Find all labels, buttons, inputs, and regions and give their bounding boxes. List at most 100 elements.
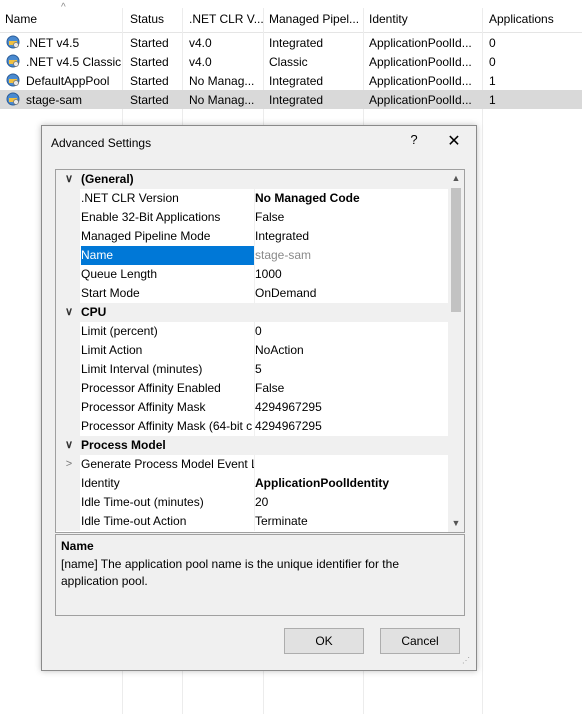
property-value[interactable]: 4294967295	[255, 417, 448, 436]
ok-button[interactable]: OK	[284, 628, 364, 654]
column-header-identity[interactable]: Identity	[369, 12, 408, 26]
property-gutter	[56, 512, 80, 531]
property-name: Identity	[81, 476, 120, 490]
category-label: CPU	[81, 303, 441, 322]
chevron-down-icon[interactable]: ∨	[62, 170, 76, 189]
property-gutter	[56, 398, 80, 417]
property-value[interactable]: 0	[255, 322, 448, 341]
cell-apps: 1	[489, 74, 496, 88]
column-header-name[interactable]: Name	[5, 12, 37, 26]
property-row[interactable]: Idle Time-out (minutes) 20	[56, 493, 448, 512]
app-pool-icon	[6, 54, 20, 68]
chevron-down-icon[interactable]: ∨	[62, 436, 76, 455]
property-row[interactable]: Processor Affinity Mask 4294967295	[56, 398, 448, 417]
property-gutter	[56, 417, 80, 436]
property-value[interactable]: stage-sam	[255, 246, 448, 265]
property-gutter	[56, 208, 80, 227]
property-value[interactable]: 1000	[255, 265, 448, 284]
description-text: [name] The application pool name is the …	[61, 557, 399, 588]
cell-status: Started	[130, 55, 169, 69]
property-category[interactable]: ∨ Process Model	[56, 436, 448, 455]
cell-identity: ApplicationPoolId...	[369, 74, 472, 88]
property-row[interactable]: Limit (percent) 0	[56, 322, 448, 341]
cell-status: Started	[130, 36, 169, 50]
column-header-pipeline-mode[interactable]: Managed Pipel...	[269, 12, 359, 26]
cell-clr: v4.0	[189, 55, 212, 69]
property-category[interactable]: ∨ (General)	[56, 170, 448, 189]
column-header-status[interactable]: Status	[130, 12, 164, 26]
sort-ascending-icon: ^	[61, 2, 66, 13]
property-row[interactable]: Managed Pipeline Mode Integrated	[56, 227, 448, 246]
property-name: Processor Affinity Enabled	[81, 381, 221, 395]
cell-status: Started	[130, 74, 169, 88]
property-value[interactable]: ApplicationPoolIdentity	[255, 474, 448, 493]
property-gutter	[56, 493, 80, 512]
property-category[interactable]: ∨ CPU	[56, 303, 448, 322]
property-name: Queue Length	[81, 267, 158, 281]
property-name: Enable 32-Bit Applications	[81, 210, 221, 224]
table-row[interactable]: .NET v4.5 Classic Started v4.0 Classic Appli…	[0, 52, 582, 71]
app-pool-icon	[6, 73, 20, 87]
property-value[interactable]: 4294967295	[255, 398, 448, 417]
property-row[interactable]: Name stage-sam	[56, 246, 448, 265]
property-gutter	[56, 246, 80, 265]
property-row[interactable]: Queue Length 1000	[56, 265, 448, 284]
table-row[interactable]: stage-sam Started No Manag... Integrated App…	[0, 90, 582, 109]
resize-grip-icon[interactable]: ⋰	[462, 656, 474, 668]
property-value[interactable]: False	[255, 379, 448, 398]
column-header-clr-version[interactable]: .NET CLR V...	[189, 12, 264, 26]
property-value[interactable]	[255, 455, 448, 474]
cell-pipeline: Integrated	[269, 36, 324, 50]
scroll-thumb[interactable]	[451, 188, 461, 312]
scroll-down-icon[interactable]: ▼	[448, 515, 464, 532]
table-row[interactable]: .NET v4.5 Started v4.0 Integrated Applicatio…	[0, 33, 582, 52]
property-row[interactable]: .NET CLR Version No Managed Code	[56, 189, 448, 208]
dialog-title: Advanced Settings	[51, 136, 152, 150]
scroll-up-icon[interactable]: ▲	[448, 170, 464, 187]
property-name: Limit Action	[81, 343, 143, 357]
property-row[interactable]: Start Mode OnDemand	[56, 284, 448, 303]
property-name: Generate Process Model Event L	[81, 457, 254, 471]
app-pools-list-header: ^ Name Status .NET CLR V... Managed Pipe…	[0, 0, 582, 33]
property-gutter	[56, 474, 80, 493]
app-pool-icon	[6, 35, 20, 49]
property-value[interactable]: Integrated	[255, 227, 448, 246]
cancel-button[interactable]: Cancel	[380, 628, 460, 654]
property-grid-scrollbar[interactable]: ▲ ▼	[448, 170, 464, 532]
property-value[interactable]: 20	[255, 493, 448, 512]
property-gutter	[56, 341, 80, 360]
property-row[interactable]: Idle Time-out Action Terminate	[56, 512, 448, 531]
property-gutter	[56, 189, 80, 208]
chevron-right-icon[interactable]: >	[62, 455, 76, 474]
cell-apps: 0	[489, 55, 496, 69]
property-name: Start Mode	[81, 286, 140, 300]
table-row[interactable]: DefaultAppPool Started No Manag... Integrat…	[0, 71, 582, 90]
property-value[interactable]: 5	[255, 360, 448, 379]
property-row[interactable]: Processor Affinity Mask (64-bit c 4294967…	[56, 417, 448, 436]
close-icon[interactable]: ✕	[442, 131, 466, 151]
property-gutter	[56, 322, 80, 341]
property-value[interactable]: OnDemand	[255, 284, 448, 303]
cell-clr: No Manag...	[189, 74, 255, 88]
property-row[interactable]: Identity ApplicationPoolIdentity	[56, 474, 448, 493]
cell-clr: No Manag...	[189, 93, 255, 107]
property-row[interactable]: Limit Interval (minutes) 5	[56, 360, 448, 379]
column-header-applications[interactable]: Applications	[489, 12, 554, 26]
help-button[interactable]: ?	[404, 132, 424, 147]
cell-pipeline: Integrated	[269, 93, 324, 107]
property-row[interactable]: Limit Action NoAction	[56, 341, 448, 360]
property-row[interactable]: > Generate Process Model Event L	[56, 455, 448, 474]
property-value[interactable]: Terminate	[255, 512, 448, 531]
property-name: Limit (percent)	[81, 324, 158, 338]
property-row[interactable]: Enable 32-Bit Applications False	[56, 208, 448, 227]
property-value[interactable]: NoAction	[255, 341, 448, 360]
property-value[interactable]: False	[255, 208, 448, 227]
property-name: Processor Affinity Mask	[81, 400, 206, 414]
property-value[interactable]: No Managed Code	[255, 189, 448, 208]
column-separator[interactable]	[482, 8, 483, 714]
property-name: Managed Pipeline Mode	[81, 229, 211, 243]
cell-name: DefaultAppPool	[26, 74, 110, 88]
property-row[interactable]: Processor Affinity Enabled False	[56, 379, 448, 398]
chevron-down-icon[interactable]: ∨	[62, 303, 76, 322]
property-grid: ∨ (General) .NET CLR Version No Managed Cod…	[55, 169, 465, 533]
